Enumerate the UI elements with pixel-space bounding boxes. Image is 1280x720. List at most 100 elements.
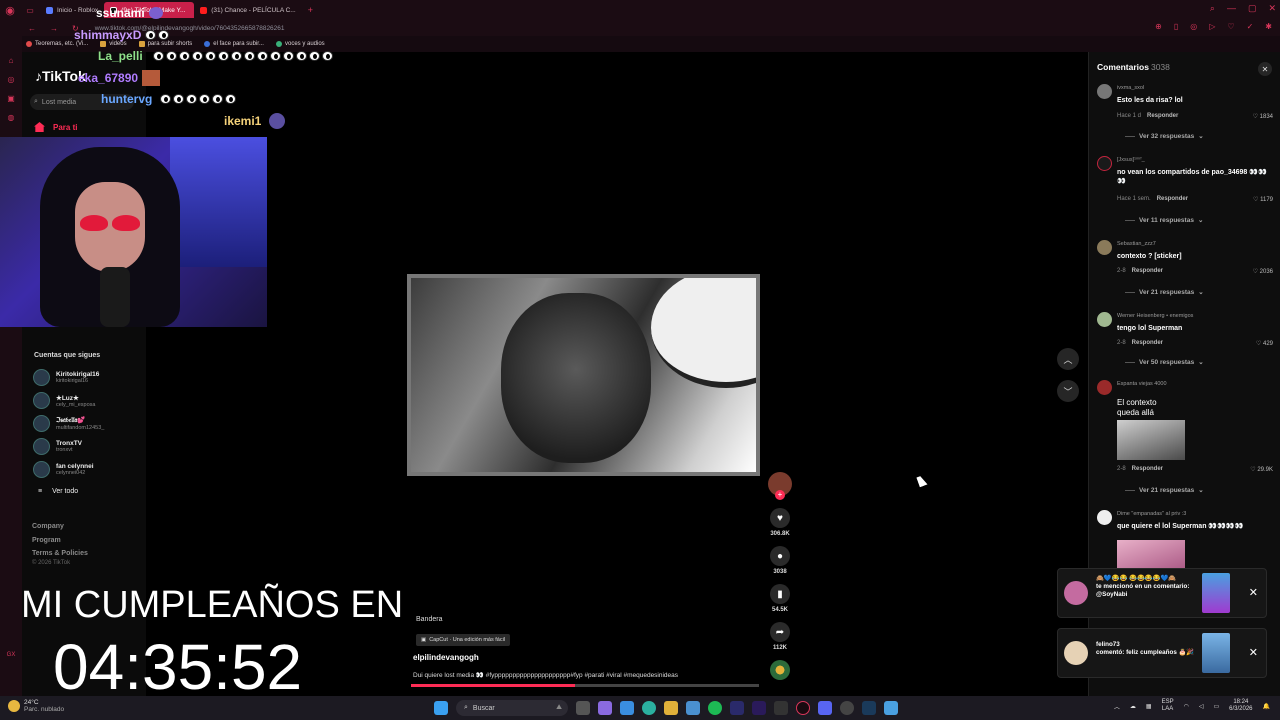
notification-toast[interactable]: 🙈💙😂😂 😂😂😂😂💙🙈 te mencionó en un comentario:… xyxy=(1057,568,1267,618)
author-avatar[interactable]: + xyxy=(768,472,792,500)
comment-like[interactable]: ♡ 1834 xyxy=(1253,113,1273,120)
video-progress[interactable] xyxy=(411,684,759,687)
comment-user[interactable]: Werner Heisenberg • enemigos xyxy=(1117,313,1193,319)
premiere-icon[interactable] xyxy=(752,701,766,715)
comment-like[interactable]: ♡ 429 xyxy=(1256,340,1273,347)
tab-roblox[interactable]: Inicio - Roblox xyxy=(40,2,104,18)
terminal-icon[interactable] xyxy=(774,701,788,715)
follow-plus-icon[interactable]: + xyxy=(775,490,785,500)
avatar[interactable] xyxy=(1097,312,1112,327)
view-replies-button[interactable]: Ver 50 respuestas ⌄ xyxy=(1125,358,1204,367)
prev-video-button[interactable]: ︿ xyxy=(1057,348,1079,370)
instagram-icon[interactable]: ◎ xyxy=(8,75,15,84)
video-author[interactable]: elpilindevangogh xyxy=(413,653,479,662)
obs-icon[interactable] xyxy=(840,701,854,715)
task-view-icon[interactable] xyxy=(576,701,590,715)
monitor-icon[interactable] xyxy=(884,701,898,715)
chevron-up-icon[interactable]: ︿ xyxy=(1114,702,1120,711)
music-disc-icon[interactable] xyxy=(770,660,790,680)
opera-gx-icon[interactable] xyxy=(796,701,810,715)
save-button[interactable]: ▮ xyxy=(770,584,790,604)
folder-icon[interactable] xyxy=(664,701,678,715)
notification-bell-icon[interactable]: 🔔 xyxy=(1263,703,1270,710)
footer-link-company[interactable]: Company xyxy=(32,520,88,534)
video-player[interactable] xyxy=(407,274,760,476)
bookmark-item[interactable]: el face para subir... xyxy=(204,41,264,47)
gx-icon[interactable]: GX xyxy=(7,652,16,658)
notification-toast[interactable]: felino73 comentó: feliz cumpleaños 🎂🎉 ✕ xyxy=(1057,628,1267,678)
edge-icon[interactable] xyxy=(642,701,656,715)
reply-button[interactable]: Responder xyxy=(1147,113,1178,119)
ai-icon[interactable]: ✱ xyxy=(1265,22,1272,31)
close-comments-button[interactable]: ✕ xyxy=(1258,62,1272,76)
following-account[interactable]: fan celynnei celynnei042 xyxy=(33,461,94,478)
tab-youtube[interactable]: (31) Chance - PELÍCULA C... xyxy=(194,2,302,18)
search-icon[interactable]: ⌕ xyxy=(1210,3,1215,14)
clock[interactable]: 18:24 6/3/2026 xyxy=(1229,699,1252,713)
weather-widget[interactable]: 24°C Parc. nublado xyxy=(8,699,64,713)
comment-user[interactable]: ivxma_sxol xyxy=(1117,85,1144,91)
messenger-icon[interactable]: ◍ xyxy=(8,113,15,122)
view-replies-button[interactable]: Ver 32 respuestas ⌄ xyxy=(1125,132,1204,141)
close-window-button[interactable]: ✕ xyxy=(1268,3,1276,14)
capcut-tag[interactable]: ▣ CapCut · Una edición más fácil xyxy=(416,634,511,646)
avatar[interactable] xyxy=(1097,156,1112,171)
comment-like[interactable]: ♡ 29.9K xyxy=(1250,466,1273,473)
avatar[interactable] xyxy=(1097,380,1112,395)
network-icon[interactable]: ▦ xyxy=(1146,703,1152,710)
back-icon[interactable]: ← xyxy=(28,24,36,33)
close-notification-button[interactable]: ✕ xyxy=(1249,646,1258,659)
comment-user[interactable]: Dime "empanadas" al priv :3 xyxy=(1117,511,1186,517)
comment-user[interactable]: [Jxsus]¹ᵐʳᶠ_ xyxy=(1117,157,1145,163)
like-button[interactable]: ♥ xyxy=(770,508,790,528)
share-button[interactable]: ➦ xyxy=(770,622,790,642)
play-icon[interactable]: ▷ xyxy=(1209,22,1215,31)
following-account[interactable]: ℑ𝔰𝔞𝔟𝔢𝔩𝔩𝔞💕 multifandom12453_ xyxy=(33,415,104,432)
nav-para-ti[interactable]: Para ti xyxy=(34,122,77,132)
ver-todo-link[interactable]: ≡ Ver todo xyxy=(38,488,78,495)
battery-icon[interactable]: ▭ xyxy=(1213,703,1219,710)
view-replies-button[interactable]: Ver 21 respuestas ⌄ xyxy=(1125,288,1204,297)
home-icon[interactable]: ⌂ xyxy=(9,56,14,65)
reply-button[interactable]: Responder xyxy=(1157,196,1188,202)
footer-link-program[interactable]: Program xyxy=(32,534,88,548)
copilot-icon[interactable] xyxy=(598,701,612,715)
reply-button[interactable]: Responder xyxy=(1132,268,1163,274)
reply-button[interactable]: Responder xyxy=(1132,466,1163,472)
avatar[interactable] xyxy=(1097,240,1112,255)
twitch-icon[interactable]: ▣ xyxy=(7,94,15,103)
steam-icon[interactable] xyxy=(862,701,876,715)
tab-menu-icon[interactable]: ▭ xyxy=(20,0,40,20)
avatar[interactable] xyxy=(1097,510,1112,525)
comment-user[interactable]: Espanta viejas 4000 xyxy=(1117,381,1167,387)
forward-icon[interactable]: → xyxy=(50,24,58,33)
bookmark-item[interactable]: voces y audios xyxy=(275,41,325,47)
pin-icon[interactable]: ⊕ xyxy=(1155,22,1162,31)
following-account[interactable]: Kiritokirigal16 kiritokirigal16 xyxy=(33,369,99,386)
new-tab-button[interactable]: + xyxy=(302,2,319,18)
opera-gx-icon[interactable]: ◉ xyxy=(0,0,20,20)
language-indicator[interactable]: ESP LAA xyxy=(1162,699,1174,713)
view-replies-button[interactable]: Ver 11 respuestas ⌄ xyxy=(1125,216,1203,225)
view-replies-button[interactable]: Ver 21 respuestas ⌄ xyxy=(1125,486,1204,495)
comment-button[interactable]: ● xyxy=(770,546,790,566)
wifi-icon[interactable]: ◠ xyxy=(1184,703,1189,710)
windows-start-icon[interactable] xyxy=(434,701,448,715)
footer-link-terms[interactable]: Terms & Policies xyxy=(32,547,88,561)
maximize-button[interactable]: ▢ xyxy=(1248,3,1257,14)
avatar[interactable] xyxy=(1097,84,1112,99)
after-effects-icon[interactable] xyxy=(730,701,744,715)
next-video-button[interactable]: ﹀ xyxy=(1057,380,1079,402)
taskbar-search[interactable]: ⌕ Buscar ⛰ xyxy=(456,700,568,716)
bookmark-icon[interactable]: ▯ xyxy=(1174,22,1178,31)
onedrive-icon[interactable]: ☁ xyxy=(1130,703,1136,710)
spotify-icon[interactable] xyxy=(708,701,722,715)
following-account[interactable]: TronxTV tronxvt xyxy=(33,438,82,455)
reply-button[interactable]: Responder xyxy=(1132,340,1163,346)
minimize-button[interactable]: — xyxy=(1227,3,1236,14)
comment-user[interactable]: Sebastian_zzz7 xyxy=(1117,241,1156,247)
store-icon[interactable] xyxy=(620,701,634,715)
extensions-icon[interactable]: ✓ xyxy=(1247,22,1254,31)
photos-icon[interactable] xyxy=(686,701,700,715)
camera-icon[interactable]: ◎ xyxy=(1190,22,1197,31)
